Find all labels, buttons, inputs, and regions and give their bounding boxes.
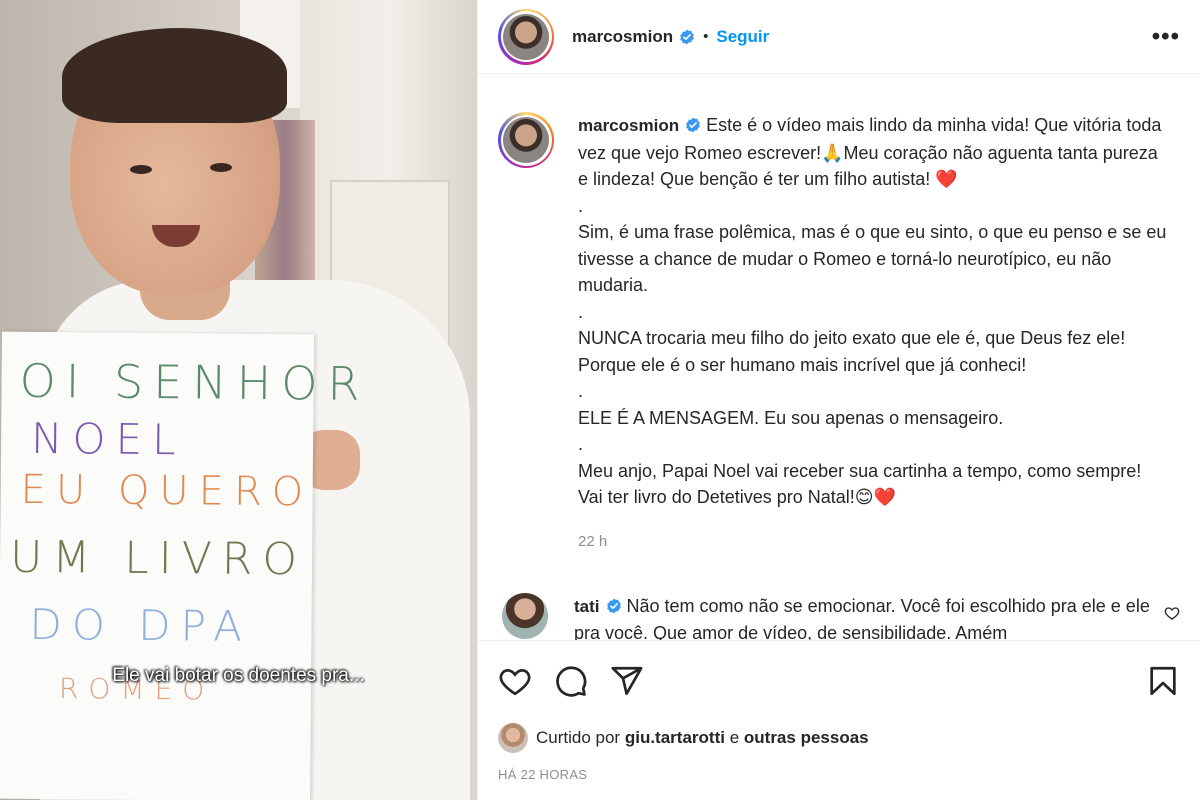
handwritten-letter: OI SENHOR NOEL EU QUERO UM LIVRO DO DPA …	[0, 331, 370, 800]
more-options-icon[interactable]: •••	[1152, 23, 1180, 51]
caption-text: marcosmion Este é o vídeo mais lindo da …	[578, 112, 1168, 555]
likes-prefix: Curtido por	[536, 728, 621, 747]
verified-icon	[606, 598, 621, 614]
comment-body: Não tem como não se emocionar. Você foi …	[574, 596, 1150, 640]
bookmark-icon[interactable]	[1146, 664, 1180, 698]
caption-paragraph: NUNCA trocaria meu filho do jeito exato …	[578, 328, 1126, 375]
likes-others-link[interactable]: outras pessoas	[744, 728, 869, 748]
header-username[interactable]: marcosmion	[572, 27, 673, 47]
post-header: marcosmion • Seguir •••	[478, 0, 1200, 74]
liker-username[interactable]: giu.tartarotti	[625, 728, 725, 748]
verified-icon	[680, 29, 694, 44]
comment-item: tati Não tem como não se emocionar. Você…	[498, 593, 1180, 640]
heart-icon[interactable]	[498, 664, 532, 698]
caption-paragraph: ELE É A MENSAGEM. Eu sou apenas o mensag…	[578, 407, 1004, 428]
likes-summary: Curtido por giu.tartarotti e outras pess…	[498, 723, 1180, 753]
person-eye	[130, 165, 152, 174]
separator-dot: •	[703, 28, 709, 45]
handwriting-line: DO DPA	[29, 599, 253, 651]
handwriting-line: NOEL	[30, 413, 186, 465]
avatar-image	[503, 117, 549, 163]
comment-text: tati Não tem como não se emocionar. Você…	[574, 593, 1154, 640]
caption-separator: .	[578, 434, 584, 454]
instagram-post-view: OI SENHOR NOEL EU QUERO UM LIVRO DO DPA …	[0, 0, 1200, 800]
caption-paragraph: Meu anjo, Papai Noel vai receber sua car…	[578, 460, 1142, 508]
handwriting-line: OI SENHOR	[19, 353, 370, 411]
avatar[interactable]	[498, 8, 554, 65]
person-eye	[210, 163, 232, 172]
post-video[interactable]: OI SENHOR NOEL EU QUERO UM LIVRO DO DPA …	[0, 0, 477, 800]
follow-button[interactable]: Seguir	[716, 27, 769, 47]
caption-paragraph: Sim, é uma frase polêmica, mas é o que e…	[578, 222, 1167, 295]
verified-icon	[686, 117, 700, 133]
post-details-panel: marcosmion • Seguir ••• marcosmion Este …	[477, 0, 1200, 800]
caption-time[interactable]: 22 h	[578, 529, 1168, 556]
avatar-image	[503, 13, 549, 60]
caption-avatar[interactable]	[498, 112, 554, 168]
handwriting-line: UM LIVRO	[9, 531, 308, 586]
post-actions: Curtido por giu.tartarotti e outras pess…	[478, 640, 1200, 800]
caption-separator: .	[578, 381, 584, 401]
likes-conj: e	[729, 728, 740, 747]
comment-username[interactable]: tati	[574, 597, 600, 616]
share-icon[interactable]	[610, 664, 644, 698]
comment-like-heart-icon[interactable]	[1164, 605, 1180, 621]
caption-separator: .	[578, 301, 584, 322]
person-hair	[62, 28, 287, 123]
liker-avatar[interactable]	[498, 723, 528, 753]
comment-avatar[interactable]	[502, 593, 548, 639]
person-mouth	[152, 225, 200, 247]
post-timestamp[interactable]: HÁ 22 HORAS	[498, 767, 1180, 782]
handwriting-line: EU QUERO	[20, 466, 314, 516]
caption-username[interactable]: marcosmion	[578, 116, 679, 135]
comments-section[interactable]: marcosmion Este é o vídeo mais lindo da …	[478, 74, 1200, 640]
caption-separator: .	[578, 195, 584, 216]
video-subtitle: Ele vai botar os doentes pra...	[112, 665, 365, 686]
post-caption: marcosmion Este é o vídeo mais lindo da …	[498, 112, 1180, 555]
comment-icon[interactable]	[554, 664, 588, 698]
